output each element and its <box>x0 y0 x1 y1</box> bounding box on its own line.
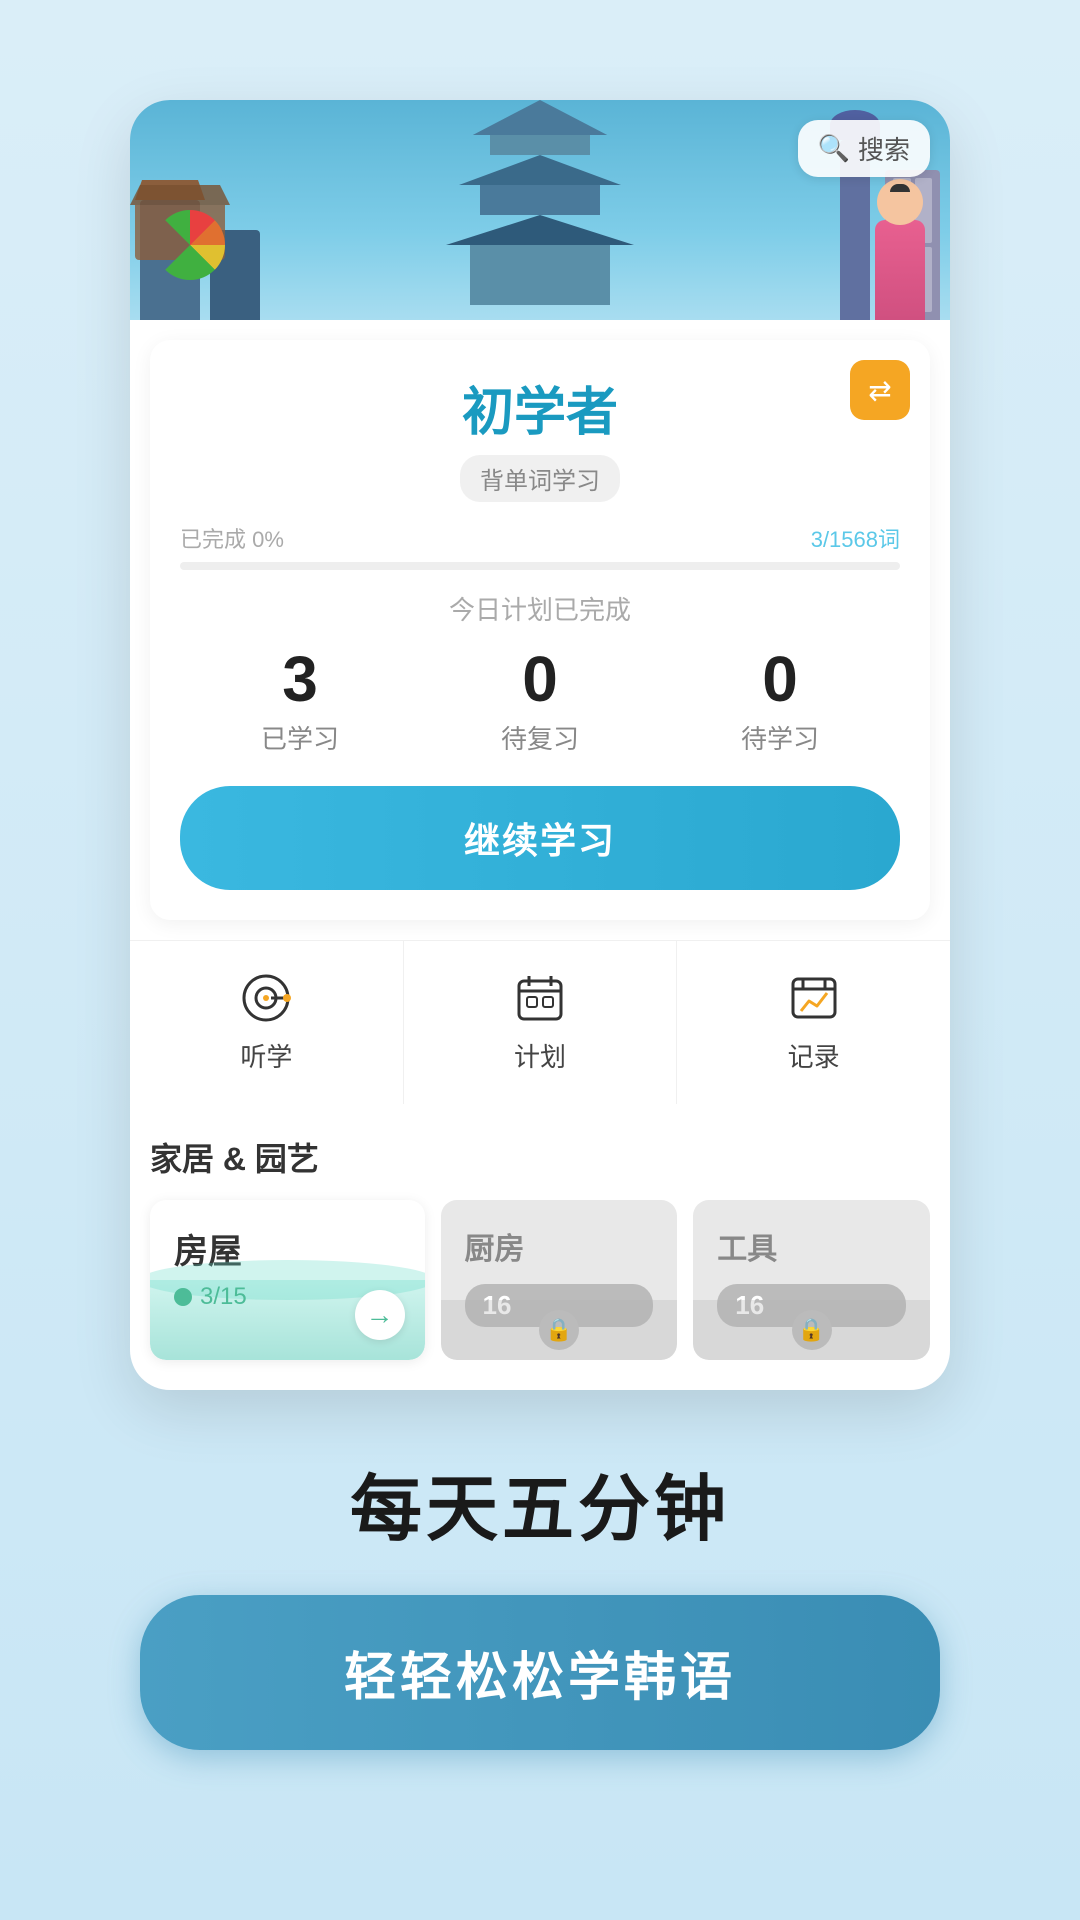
exchange-icon: ⇄ <box>868 374 891 407</box>
cta-button[interactable]: 轻轻松松学韩语 <box>140 1595 940 1750</box>
kitchen-card-bottom: 🔒 <box>441 1300 678 1360</box>
search-button[interactable]: 🔍 搜索 <box>798 120 930 177</box>
girl-hair <box>890 184 910 192</box>
kitchen-lock-icon: 🔒 <box>539 1310 579 1350</box>
category-cards-row: 房屋 3/15 → 厨房 16 🔒 工具 16 <box>150 1200 930 1360</box>
hero-banner: 🔍 搜索 <box>130 100 950 320</box>
temple-base <box>470 245 610 305</box>
roof-detail <box>130 185 230 205</box>
tools-lock-icon: 🔒 <box>792 1310 832 1350</box>
stat-learned: 3 已学习 <box>261 647 339 756</box>
search-icon: 🔍 <box>818 133 850 164</box>
icons-row: 听学 计划 记录 <box>130 940 950 1104</box>
fan-decoration <box>155 210 225 280</box>
tools-card-name: 工具 <box>717 1224 906 1268</box>
stat-pending-label: 待学习 <box>741 719 819 756</box>
exchange-button[interactable]: ⇄ <box>850 360 910 420</box>
category-card-tools[interactable]: 工具 16 🔒 <box>693 1200 930 1360</box>
temple-mid-body <box>480 185 600 215</box>
category-card-house[interactable]: 房屋 3/15 → <box>150 1200 425 1360</box>
icon-record-label: 记录 <box>788 1037 840 1074</box>
temple-mid-roof <box>450 155 630 185</box>
korean-girl-illustration <box>855 170 945 320</box>
progress-label-right: 3/1568词 <box>811 522 900 554</box>
tagline: 每天五分钟 <box>350 1450 730 1555</box>
learning-card: 初学者 ⇄ 背单词学习 已完成 0% 3/1568词 今日计划已完成 3 已学习… <box>150 340 930 920</box>
search-label: 搜索 <box>858 130 910 167</box>
girl-face <box>877 179 923 225</box>
icon-record[interactable]: 记录 <box>677 941 950 1104</box>
fan-shape <box>155 210 225 280</box>
category-section: 家居 & 园艺 房屋 3/15 → 厨房 16 🔒 <box>130 1114 950 1390</box>
calendar-icon <box>513 971 567 1025</box>
stat-pending-number: 0 <box>741 647 819 711</box>
app-screenshot: 🔍 搜索 初学者 ⇄ 背单词学习 已完成 0% 3/1568词 今日计划已完成 … <box>130 100 950 1390</box>
headphones-icon <box>239 971 293 1025</box>
stat-review-label: 待复习 <box>501 719 579 756</box>
icon-listen[interactable]: 听学 <box>130 941 404 1104</box>
progress-label-left: 已完成 0% <box>180 522 284 554</box>
icon-plan[interactable]: 计划 <box>404 941 678 1104</box>
category-title: 家居 & 园艺 <box>150 1134 930 1180</box>
progress-bar-background <box>180 562 900 570</box>
house-progress-text: 3/15 <box>200 1283 247 1311</box>
stat-pending: 0 待学习 <box>741 647 819 756</box>
continue-button[interactable]: 继续学习 <box>180 786 900 890</box>
bottom-section: 每天五分钟 轻轻松松学韩语 <box>140 1450 940 1850</box>
icon-listen-label: 听学 <box>240 1037 292 1074</box>
subtitle-badge: 背单词学习 <box>460 455 620 502</box>
card-title: 初学者 <box>180 370 900 445</box>
stats-row: 3 已学习 0 待复习 0 待学习 <box>180 647 900 756</box>
stat-review: 0 待复习 <box>501 647 579 756</box>
daily-status-text: 今日计划已完成 <box>180 590 900 627</box>
stat-learned-number: 3 <box>261 647 339 711</box>
progress-dot <box>174 1288 192 1306</box>
category-card-kitchen[interactable]: 厨房 16 🔒 <box>441 1200 678 1360</box>
progress-labels-row: 已完成 0% 3/1568词 <box>180 522 900 554</box>
stat-learned-label: 已学习 <box>261 719 339 756</box>
icon-plan-label: 计划 <box>514 1037 566 1074</box>
chart-icon <box>787 971 841 1025</box>
subtitle-badge-row: 背单词学习 <box>180 455 900 502</box>
girl-hanbok <box>875 220 925 320</box>
kitchen-card-name: 厨房 <box>465 1224 654 1268</box>
temple-lower-roof <box>440 215 640 245</box>
temple-top-roof <box>460 100 620 135</box>
center-temple <box>430 100 650 310</box>
house-arrow-button[interactable]: → <box>355 1290 405 1340</box>
tools-card-bottom: 🔒 <box>693 1300 930 1360</box>
temple-upper-body <box>490 135 590 155</box>
stat-review-number: 0 <box>501 647 579 711</box>
